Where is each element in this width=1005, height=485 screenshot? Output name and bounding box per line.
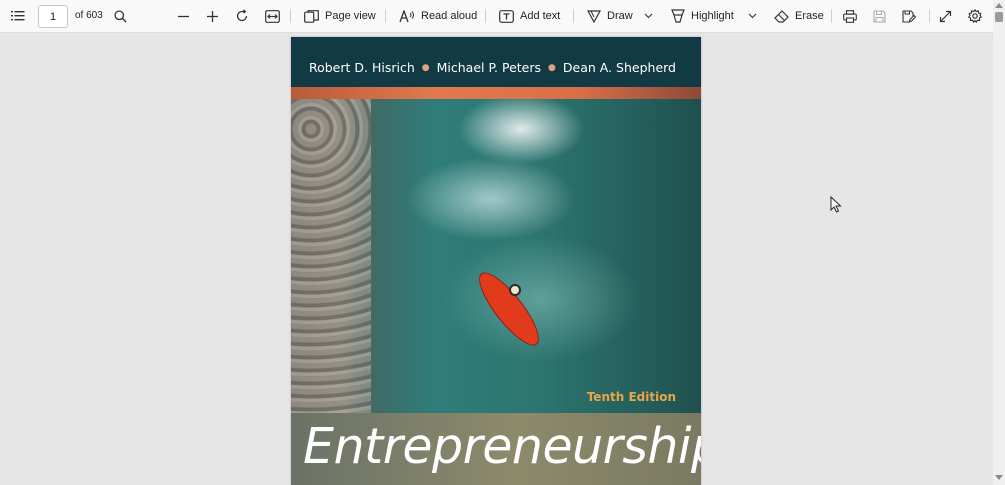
pdf-page: Robert D. Hisrich ● Michael P. Peters ● …	[291, 37, 701, 485]
read-aloud-label: Read aloud	[421, 10, 478, 22]
erase-label: Erase	[795, 10, 824, 22]
cover-edition: Tenth Edition	[586, 390, 676, 404]
cover-photo-kayaker	[291, 99, 701, 413]
save-button[interactable]	[873, 0, 886, 32]
cover-photo-rocks	[291, 99, 371, 413]
save-as-icon	[902, 9, 916, 23]
scroll-down-arrow-icon[interactable]	[995, 475, 1003, 480]
fullscreen-button[interactable]	[939, 0, 952, 32]
chevron-down-icon	[748, 13, 757, 19]
toolbar-divider	[573, 9, 574, 23]
zoom-in-button[interactable]	[206, 0, 219, 32]
highlight-button[interactable]: Highlight	[671, 0, 734, 32]
cover-accent-strip	[291, 87, 701, 99]
mouse-cursor-icon	[830, 195, 842, 216]
author-name: Dean A. Shepherd	[562, 60, 676, 75]
contents-icon	[11, 10, 25, 22]
chevron-down-icon	[644, 13, 653, 19]
settings-icon	[968, 9, 982, 23]
zoom-out-button[interactable]	[177, 0, 190, 32]
fit-page-button[interactable]	[265, 0, 280, 32]
scroll-thumb[interactable]	[995, 12, 1003, 22]
erase-button[interactable]: Erase	[774, 0, 824, 32]
contents-button[interactable]	[11, 0, 25, 32]
scroll-up-arrow-icon[interactable]	[995, 3, 1003, 8]
add-text-button[interactable]: Add text	[499, 0, 560, 32]
fit-page-icon	[265, 9, 280, 23]
fullscreen-icon	[939, 10, 952, 23]
print-icon	[843, 9, 857, 23]
save-as-button[interactable]	[902, 0, 916, 32]
toolbar-divider	[831, 9, 832, 23]
toolbar-divider	[485, 9, 486, 23]
rotate-icon	[235, 9, 249, 23]
print-button[interactable]	[843, 0, 857, 32]
erase-icon	[774, 9, 789, 23]
toolbar-divider	[929, 9, 930, 23]
search-button[interactable]	[114, 0, 127, 32]
draw-icon	[587, 9, 601, 23]
zoom-in-icon	[206, 10, 219, 23]
read-aloud-icon	[399, 9, 415, 23]
add-text-icon	[499, 9, 514, 23]
vertical-scrollbar[interactable]	[993, 0, 1005, 485]
cover-authors: Robert D. Hisrich ● Michael P. Peters ● …	[309, 60, 676, 75]
separator-dot-icon: ●	[421, 62, 430, 73]
settings-button[interactable]	[968, 0, 982, 32]
pdf-toolbar: 1 of 603 Page view Read aloud Add text D…	[0, 0, 1005, 33]
page-view-button[interactable]: Page view	[304, 0, 376, 32]
highlight-icon	[671, 9, 685, 23]
highlight-label: Highlight	[691, 10, 734, 22]
draw-options-dropdown[interactable]	[644, 0, 653, 32]
search-icon	[114, 9, 127, 23]
page-total-label: of 603	[75, 10, 103, 21]
read-aloud-button[interactable]: Read aloud	[399, 0, 477, 32]
zoom-out-icon	[177, 10, 190, 23]
save-icon	[873, 9, 886, 23]
highlight-options-dropdown[interactable]	[748, 0, 757, 32]
cover-title: Entrepreneurship	[303, 418, 701, 475]
draw-label: Draw	[607, 10, 633, 22]
toolbar-divider	[385, 9, 386, 23]
add-text-label: Add text	[520, 10, 561, 22]
kayaker-image	[509, 284, 521, 296]
page-view-label: Page view	[325, 10, 376, 22]
page-number-input[interactable]: 1	[38, 5, 68, 28]
author-name: Michael P. Peters	[436, 60, 542, 75]
rotate-button[interactable]	[235, 0, 249, 32]
separator-dot-icon: ●	[548, 62, 556, 73]
page-view-icon	[304, 9, 319, 23]
draw-button[interactable]: Draw	[587, 0, 633, 32]
author-name: Robert D. Hisrich	[308, 60, 415, 75]
toolbar-divider	[290, 9, 291, 23]
